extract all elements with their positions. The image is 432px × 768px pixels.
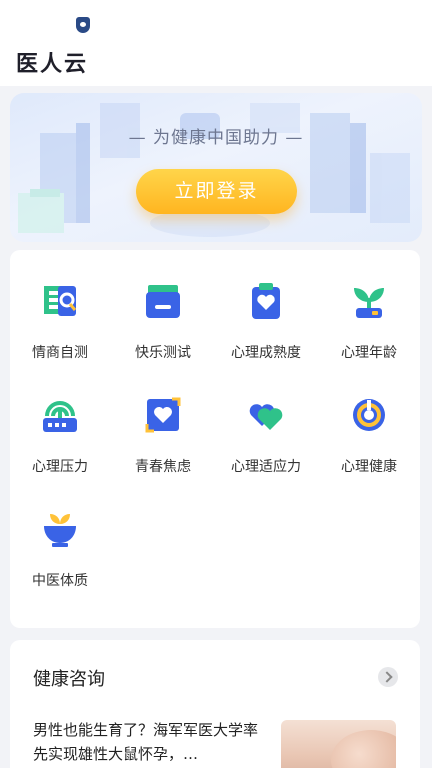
- eq-icon: [44, 286, 77, 316]
- test-item-tcm[interactable]: 中医体质: [10, 478, 110, 589]
- banner-slogan: — 为健康中国助力 —: [128, 128, 304, 148]
- status-bar: [0, 0, 432, 36]
- test-label: 情商自测: [32, 345, 88, 361]
- heart-frame-icon: [145, 397, 181, 433]
- login-banner: — 为健康中国助力 — 立即登录: [10, 93, 422, 242]
- test-item-youth[interactable]: 青春焦虑: [113, 364, 213, 475]
- ring-icon: [353, 399, 385, 431]
- test-grid: 情商自测 快乐测试 心理成熟度 心理年龄 心理压力 青春焦虑 心理适应力 心理健…: [10, 250, 420, 628]
- chevron-right-icon[interactable]: [378, 667, 398, 687]
- shield-icon: [76, 17, 90, 33]
- test-item-adapt[interactable]: 心理适应力: [216, 364, 316, 475]
- heart-clipboard-icon: [252, 283, 280, 319]
- sprout-icon: [354, 288, 384, 318]
- section-title: 健康咨询: [33, 669, 105, 690]
- article-title[interactable]: 男性也能生育了？海军军医大学率先实现雄性大鼠怀孕，…: [33, 718, 269, 766]
- test-item-eq[interactable]: 情商自测: [10, 250, 110, 361]
- test-label: 心理健康: [341, 459, 397, 475]
- test-label: 心理适应力: [231, 459, 301, 475]
- app-header: 医人云: [0, 36, 432, 86]
- test-label: 中医体质: [32, 573, 88, 589]
- test-item-age[interactable]: 心理年龄: [319, 250, 419, 361]
- test-label: 心理压力: [32, 459, 88, 475]
- test-label: 青春焦虑: [135, 459, 191, 475]
- pressure-gauge-icon: [43, 401, 77, 432]
- test-label: 心理成熟度: [231, 345, 301, 361]
- test-item-pressure[interactable]: 心理压力: [10, 364, 110, 475]
- test-item-health[interactable]: 心理健康: [319, 364, 419, 475]
- herb-bowl-icon: [44, 514, 76, 547]
- inbox-icon: [146, 285, 180, 318]
- article-thumbnail[interactable]: [281, 720, 396, 768]
- test-label: 心理年龄: [341, 345, 397, 361]
- test-label: 快乐测试: [135, 345, 191, 361]
- app-title: 医人云: [16, 52, 89, 77]
- city-illustration: [18, 103, 410, 237]
- test-item-maturity[interactable]: 心理成熟度: [216, 250, 316, 361]
- login-button[interactable]: 立即登录: [136, 169, 297, 214]
- test-item-happy[interactable]: 快乐测试: [113, 250, 213, 361]
- double-heart-icon: [249, 404, 283, 430]
- health-news-card: 健康咨询 男性也能生育了？海军军医大学率先实现雄性大鼠怀孕，…: [10, 640, 420, 768]
